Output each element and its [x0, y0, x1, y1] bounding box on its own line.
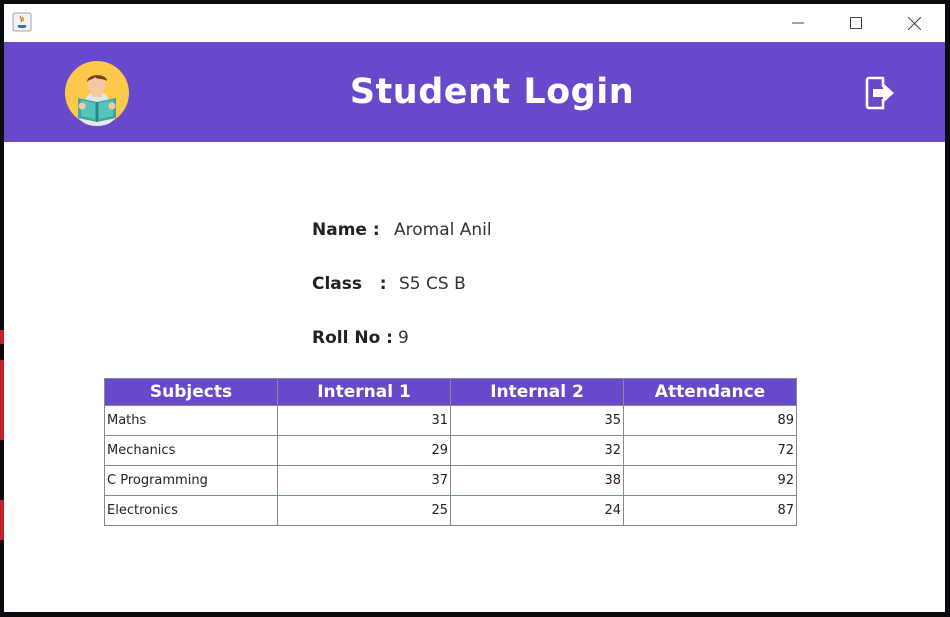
page-title: Student Login [349, 72, 635, 112]
app-header: Student Login [4, 42, 945, 142]
marks-table: Subjects Internal 1 Internal 2 Attendanc… [104, 378, 797, 526]
title-bar [4, 4, 945, 42]
table-row[interactable]: Electronics 25 24 87 [104, 495, 797, 526]
close-button[interactable] [891, 4, 937, 42]
name-value: Aromal Anil [394, 220, 492, 240]
maximize-icon [850, 17, 862, 29]
roll-no-label: Roll No : [312, 328, 393, 348]
maximize-button[interactable] [833, 4, 879, 42]
app-window: Student Login Name : Aromal Anil Class :… [4, 4, 945, 612]
column-header-attendance[interactable]: Attendance [623, 378, 797, 406]
internal-2-cell[interactable]: 32 [450, 435, 624, 466]
attendance-cell[interactable]: 87 [623, 495, 797, 526]
attendance-cell[interactable]: 72 [623, 435, 797, 466]
internal-1-cell[interactable]: 37 [277, 465, 451, 496]
column-header-internal-2[interactable]: Internal 2 [450, 378, 624, 406]
internal-1-cell[interactable]: 31 [277, 405, 451, 436]
subject-cell[interactable]: Electronics [104, 495, 278, 526]
minimize-button[interactable] [775, 4, 821, 42]
table-row[interactable]: C Programming 37 38 92 [104, 465, 797, 496]
attendance-cell[interactable]: 92 [623, 465, 797, 496]
internal-2-cell[interactable]: 38 [450, 465, 624, 496]
minimize-icon [792, 22, 804, 24]
roll-no-value: 9 [398, 328, 409, 348]
name-label: Name : [312, 220, 380, 240]
internal-1-cell[interactable]: 29 [277, 435, 451, 466]
table-row[interactable]: Maths 31 35 89 [104, 405, 797, 436]
subject-cell[interactable]: Maths [104, 405, 278, 436]
java-icon [12, 12, 32, 32]
internal-2-cell[interactable]: 35 [450, 405, 624, 436]
internal-1-cell[interactable]: 25 [277, 495, 451, 526]
subject-cell[interactable]: Mechanics [104, 435, 278, 466]
logout-icon[interactable] [865, 76, 897, 110]
table-header-row: Subjects Internal 1 Internal 2 Attendanc… [104, 378, 797, 406]
column-header-subjects[interactable]: Subjects [104, 378, 278, 406]
attendance-cell[interactable]: 89 [623, 405, 797, 436]
class-label: Class : [312, 274, 387, 294]
class-value: S5 CS B [399, 274, 466, 294]
subject-cell[interactable]: C Programming [104, 465, 278, 496]
internal-2-cell[interactable]: 24 [450, 495, 624, 526]
table-row[interactable]: Mechanics 29 32 72 [104, 435, 797, 466]
close-icon [907, 16, 921, 30]
column-header-internal-1[interactable]: Internal 1 [277, 378, 451, 406]
